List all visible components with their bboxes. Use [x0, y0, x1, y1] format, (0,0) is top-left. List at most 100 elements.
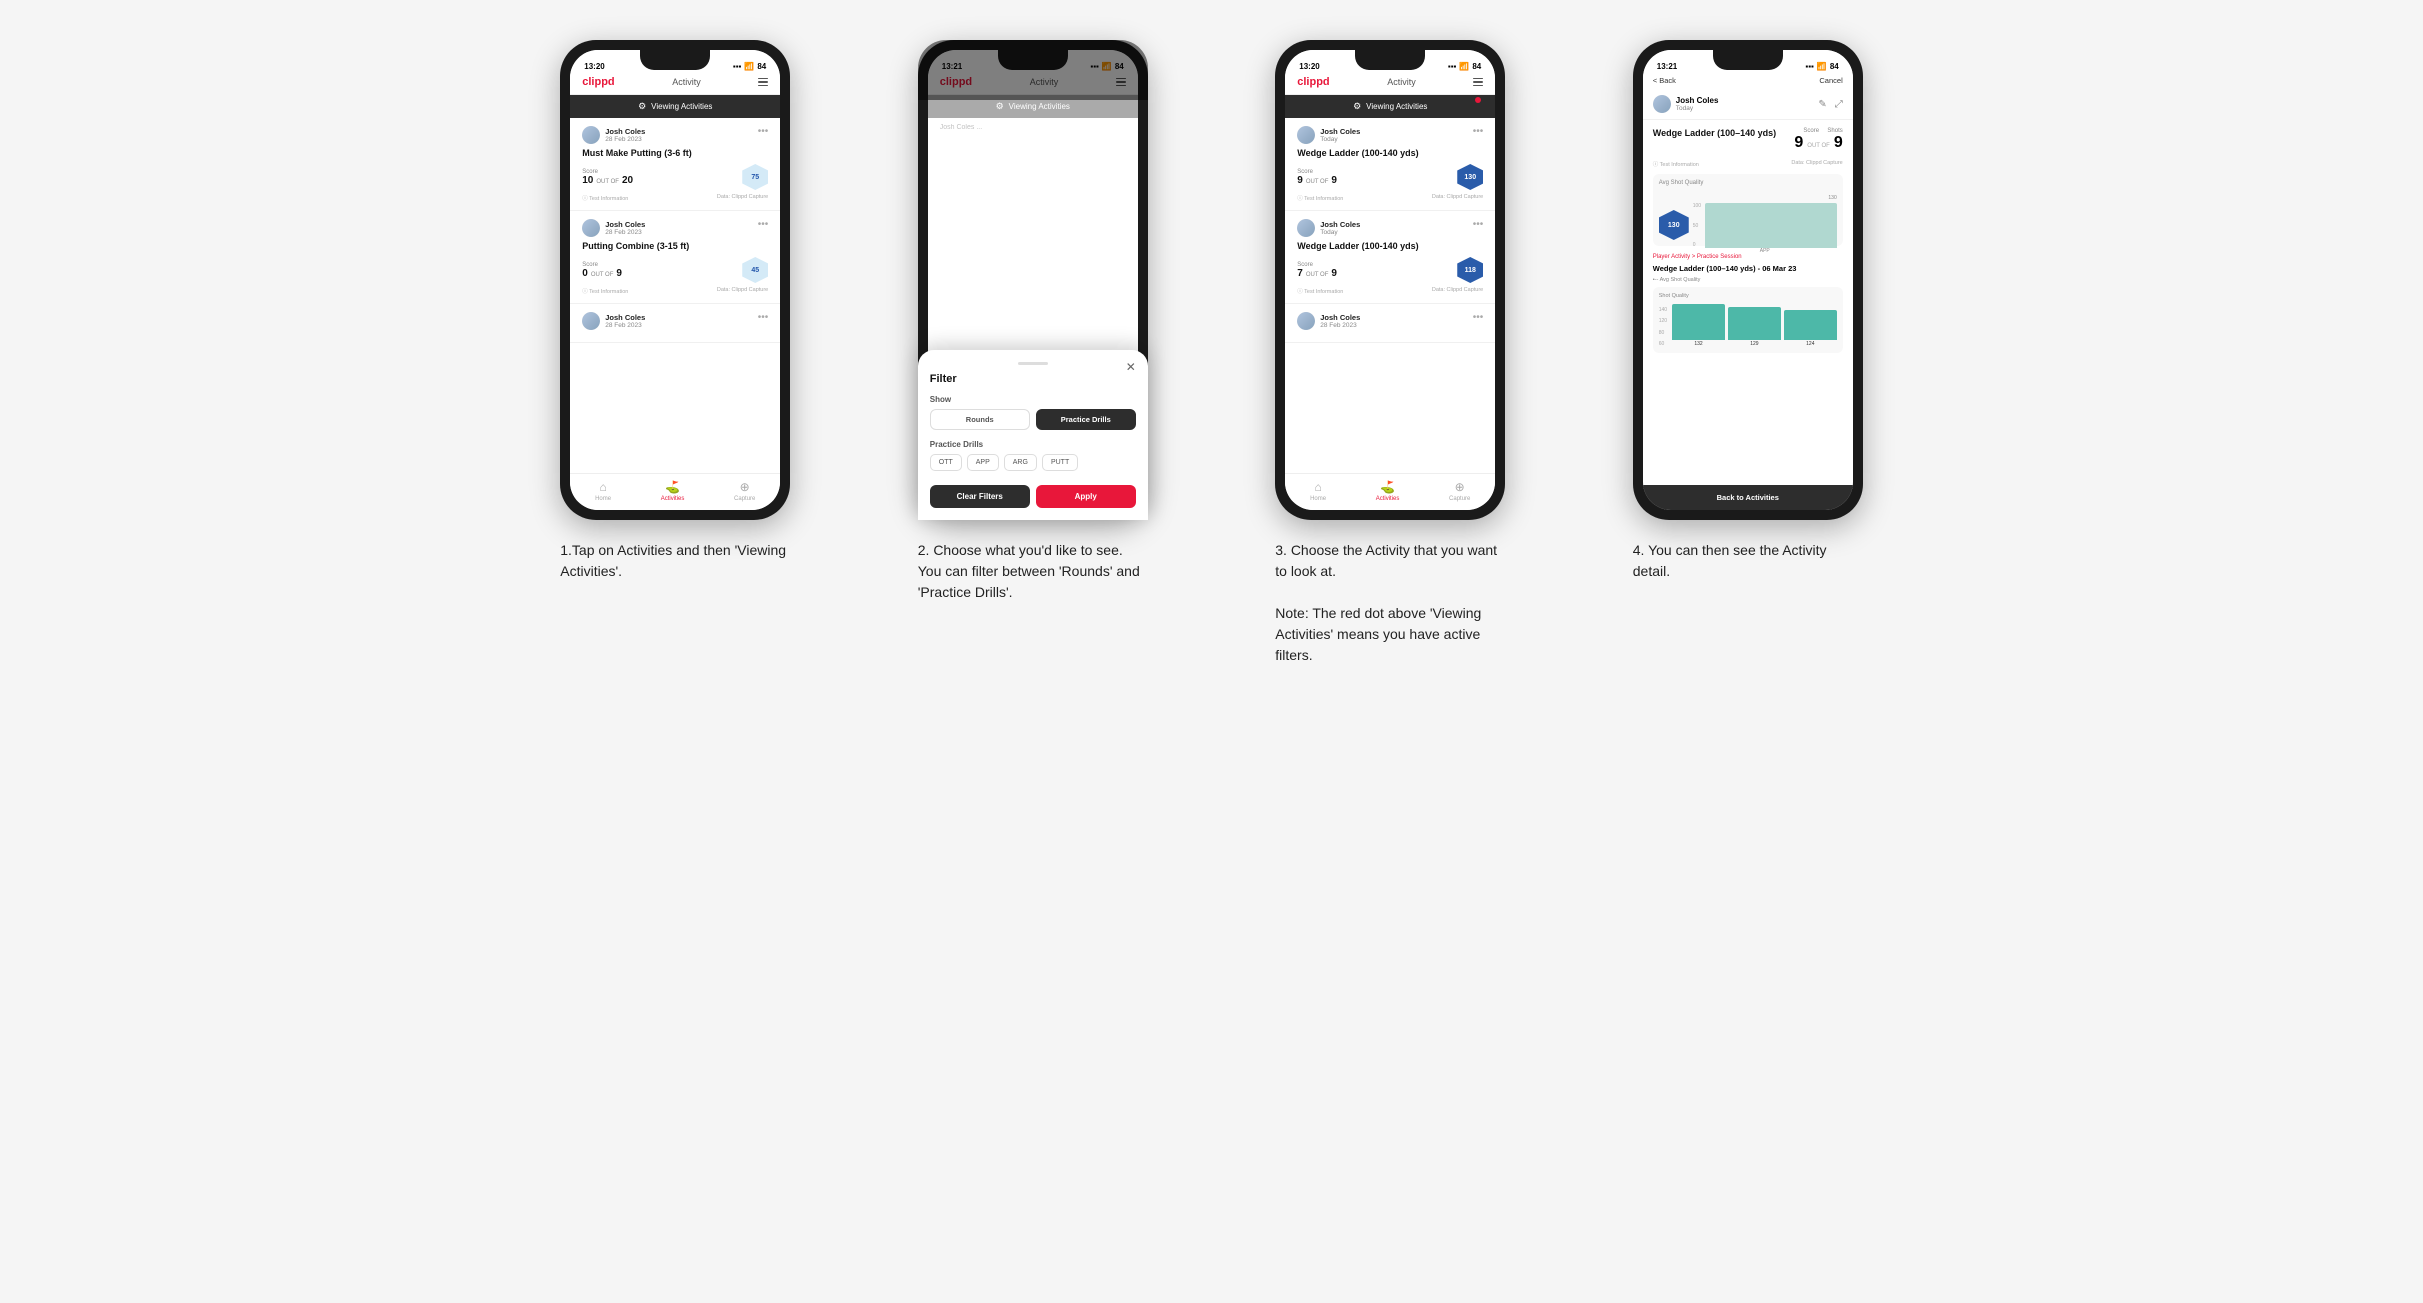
shots-value-2: 9 [616, 268, 622, 279]
bar-item-3: 124 [1784, 310, 1837, 347]
data-source-2: Data: Clippd Capture [717, 287, 768, 295]
activity-card-3-2[interactable]: Josh Coles Today ••• Wedge Ladder (100-1… [1285, 211, 1495, 304]
practice-drills-toggle[interactable]: Practice Drills [1036, 409, 1136, 430]
clear-filters-button[interactable]: Clear Filters [930, 485, 1030, 508]
activity-card-3: Josh Coles 28 Feb 2023 ••• [570, 304, 780, 343]
data-source-3-1: Data: Clippd Capture [1432, 194, 1483, 202]
caption-2: 2. Choose what you'd like to see. You ca… [918, 540, 1148, 603]
test-info-3-1: ⓘ Test Information [1297, 194, 1343, 202]
home-icon-1: ⌂ [599, 480, 606, 494]
more-dots-1[interactable]: ••• [758, 126, 769, 137]
viewing-banner-1[interactable]: ⚙ Viewing Activities [570, 95, 780, 118]
apply-button[interactable]: Apply [1036, 485, 1136, 508]
user-name-3-1: Josh Coles [1320, 127, 1360, 136]
bar-item-1: 132 [1672, 304, 1725, 347]
activity-card-3-3: Josh Coles 28 Feb 2023 ••• [1285, 304, 1495, 343]
bar-fill-1 [1672, 304, 1725, 340]
data-source-3-2: Data: Clippd Capture [1432, 287, 1483, 295]
status-icons-1: ▪▪▪ 📶 84 [733, 62, 766, 71]
chart-x-label: APP [1693, 248, 1837, 254]
chip-putt[interactable]: PUTT [1042, 454, 1078, 471]
nav-capture-1[interactable]: ⊕ Capture [734, 480, 755, 502]
cancel-button[interactable]: Cancel [1819, 76, 1842, 85]
chart-container: 130 130 100 50 0 [1659, 190, 1837, 240]
avatar-2 [582, 219, 600, 237]
more-dots-3-1[interactable]: ••• [1473, 126, 1484, 137]
activity-list-3: Josh Coles Today ••• Wedge Ladder (100-1… [1285, 118, 1495, 473]
shot-quality-2: 45 [742, 257, 768, 283]
back-button[interactable]: < Back [1653, 76, 1676, 85]
menu-icon-3[interactable] [1473, 78, 1483, 87]
detail-header: < Back Cancel [1643, 72, 1853, 89]
activity-list-1: Josh Coles 28 Feb 2023 ••• Must Make Put… [570, 118, 780, 473]
nav-capture-3[interactable]: ⊕ Capture [1449, 480, 1470, 502]
user-date-3: 28 Feb 2023 [605, 322, 645, 329]
out-of-1: OUT OF [596, 179, 619, 185]
score-value-2: 0 [582, 268, 588, 279]
page-container: 13:20 ▪▪▪ 📶 84 clippd Activity [512, 40, 1912, 666]
activity-title-1: Must Make Putting (3-6 ft) [582, 148, 768, 158]
header-title-1: Activity [672, 77, 701, 87]
test-info-1: ⓘ Test Information [582, 194, 628, 202]
phone-3: 13:20 ▪▪▪ 📶 84 clippd Activity [1275, 40, 1505, 520]
user-date-3-2: Today [1320, 229, 1360, 236]
user-date-1: 28 Feb 2023 [605, 136, 645, 143]
user-date-3-3: 28 Feb 2023 [1320, 322, 1360, 329]
test-info-3-2: ⓘ Test Information [1297, 287, 1343, 295]
bar-fill-2 [1728, 307, 1781, 340]
bar-chart-yaxis-label: Shot Quality [1659, 293, 1837, 299]
more-dots-3-3[interactable]: ••• [1473, 312, 1484, 323]
detail-user-row: Josh Coles Today ✎ ⤢ [1643, 89, 1853, 120]
activity-card-1[interactable]: Josh Coles 28 Feb 2023 ••• Must Make Put… [570, 118, 780, 211]
activity-card-2[interactable]: Josh Coles 28 Feb 2023 ••• Putting Combi… [570, 211, 780, 304]
practice-drills-label: Practice Drills [930, 440, 1136, 449]
nav-activities-3[interactable]: ⛳ Activities [1376, 480, 1400, 502]
more-dots-3-2[interactable]: ••• [1473, 219, 1484, 230]
user-name-3: Josh Coles [605, 313, 645, 322]
phone-1: 13:20 ▪▪▪ 📶 84 clippd Activity [560, 40, 790, 520]
expand-icon[interactable]: ⤢ [1835, 99, 1843, 110]
phone-2: 13:21 ▪▪▪ 📶 84 clippd Activity [918, 40, 1148, 520]
activities-label-1: Activities [661, 496, 685, 502]
avatar-4 [1653, 95, 1671, 113]
shots-value-3-1: 9 [1331, 175, 1337, 186]
chip-arg[interactable]: ARG [1004, 454, 1037, 471]
close-icon-modal[interactable]: ✕ [1126, 360, 1136, 374]
chart-bar-app [1705, 203, 1837, 248]
edit-icon[interactable]: ✎ [1818, 99, 1826, 110]
nav-activities-1[interactable]: ⛳ Activities [661, 480, 685, 502]
header-title-3: Activity [1387, 77, 1416, 87]
menu-icon-1[interactable] [758, 78, 768, 87]
detail-user-name: Josh Coles [1676, 96, 1719, 105]
bar-chart-section: Shot Quality 140 120 80 60 132 [1653, 287, 1843, 353]
score-value-3-2: 7 [1297, 268, 1303, 279]
bar-value-3: 124 [1806, 341, 1814, 347]
back-to-activities-button[interactable]: Back to Activities [1643, 485, 1853, 510]
out-of-3-1: OUT OF [1306, 179, 1329, 185]
more-dots-2[interactable]: ••• [758, 219, 769, 230]
activities-icon-3: ⛳ [1380, 480, 1395, 494]
chip-app[interactable]: APP [967, 454, 999, 471]
wifi-icon-1: 📶 [744, 62, 754, 71]
session-subtitle: •-- Avg Shot Quality [1653, 277, 1843, 283]
shots-value-3-2: 9 [1331, 268, 1337, 279]
avatar-3-3 [1297, 312, 1315, 330]
chart-bars: 100 50 0 [1693, 203, 1837, 248]
more-dots-3[interactable]: ••• [758, 312, 769, 323]
chip-ott[interactable]: OTT [930, 454, 962, 471]
user-date-2: 28 Feb 2023 [605, 229, 645, 236]
rounds-toggle[interactable]: Rounds [930, 409, 1030, 430]
viewing-banner-3[interactable]: ⚙ Viewing Activities [1285, 95, 1495, 118]
nav-home-3[interactable]: ⌂ Home [1310, 480, 1326, 502]
detail-out-of: OUT OF [1807, 143, 1830, 149]
avg-shot-quality-section: Avg Shot Quality 130 130 100 5 [1653, 174, 1843, 246]
activity-card-3-1[interactable]: Josh Coles Today ••• Wedge Ladder (100-1… [1285, 118, 1495, 211]
avatar-3-1 [1297, 126, 1315, 144]
filter-icon-1: ⚙ [638, 101, 646, 112]
nav-home-1[interactable]: ⌂ Home [595, 480, 611, 502]
user-name-1: Josh Coles [605, 127, 645, 136]
out-of-3-2: OUT OF [1306, 272, 1329, 278]
out-of-2: OUT OF [591, 272, 614, 278]
capture-label-3: Capture [1449, 496, 1470, 502]
modal-handle [1018, 362, 1048, 365]
